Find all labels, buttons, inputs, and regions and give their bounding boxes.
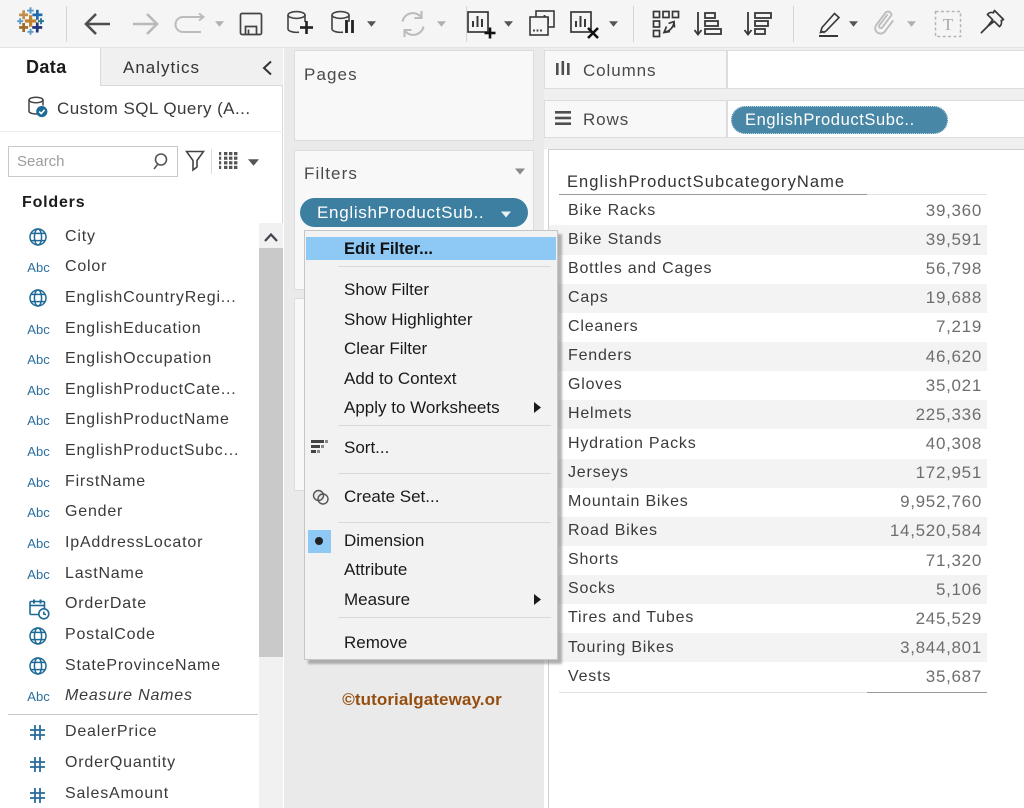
svg-text:T: T — [943, 15, 954, 34]
